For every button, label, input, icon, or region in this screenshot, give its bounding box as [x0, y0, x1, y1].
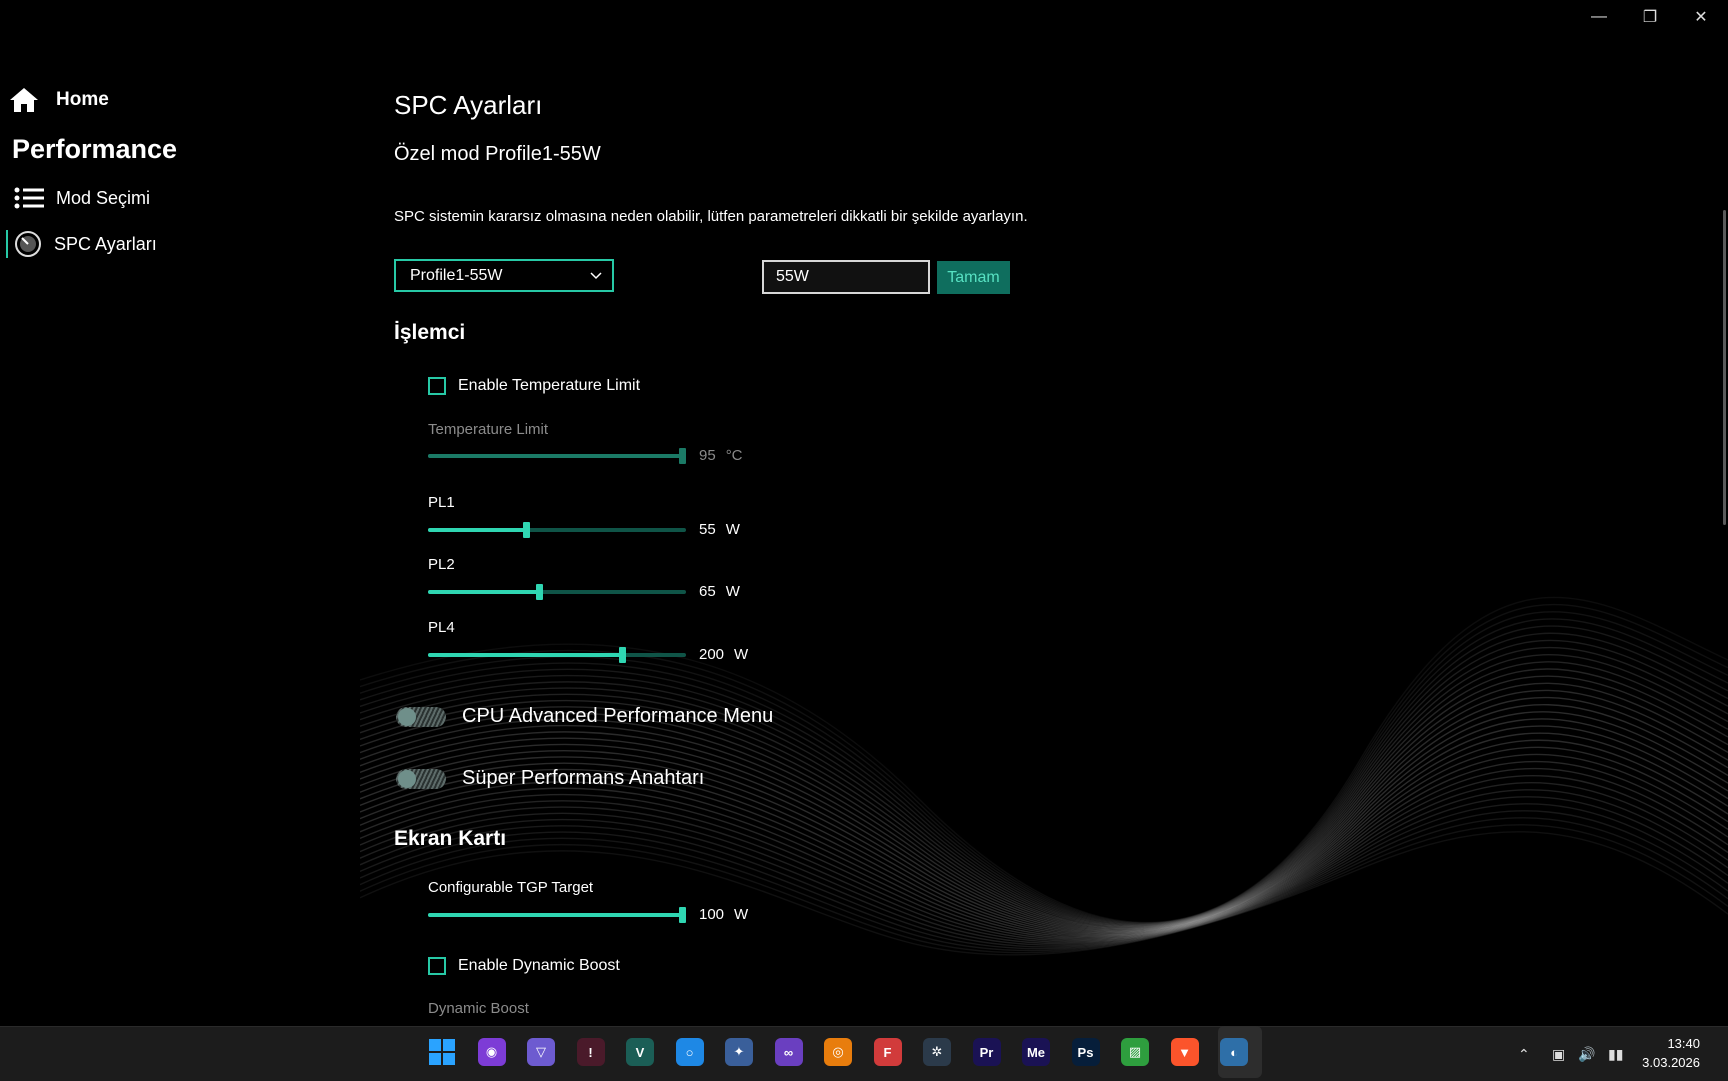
- page-title: SPC Ayarları: [394, 90, 543, 120]
- taskbar-blender-icon[interactable]: ◎: [824, 1038, 852, 1066]
- slider-thumb[interactable]: [523, 522, 531, 538]
- slider-fill: [428, 590, 539, 594]
- pl4-slider[interactable]: [428, 647, 686, 663]
- sidebar-item-label: Mod Seçimi: [56, 187, 151, 208]
- clock[interactable]: 13:40 3.03.2026: [1642, 1034, 1700, 1072]
- slider-thumb[interactable]: [535, 584, 543, 600]
- wave-line: [360, 596, 1728, 924]
- taskbar-tor-browser-icon[interactable]: ◉: [477, 1038, 506, 1066]
- network-icon[interactable]: ▣: [1552, 1046, 1565, 1063]
- warning-text: SPC sistemin kararsız olmasına neden ola…: [394, 208, 1028, 225]
- gpu-section-title: Ekran Kartı: [394, 827, 507, 850]
- taskbar-app-green-icon[interactable]: ▨: [1121, 1038, 1149, 1066]
- enable-dynamic-boost-label: Enable Dynamic Boost: [458, 957, 620, 974]
- scrollbar[interactable]: [1723, 210, 1726, 525]
- enable-dynamic-boost-checkbox[interactable]: [428, 957, 446, 975]
- cpu-advanced-label: CPU Advanced Performance Menu: [462, 705, 774, 727]
- temp-limit-label: Temperature Limit: [428, 421, 549, 438]
- cpu-advanced-toggle[interactable]: [396, 706, 446, 727]
- pl2-slider[interactable]: [428, 584, 686, 600]
- slider-fill: [428, 653, 622, 657]
- taskbar-windows-start-icon[interactable]: [428, 1038, 456, 1066]
- taskbar-davinci-resolve-icon[interactable]: ✲: [923, 1038, 951, 1066]
- chevron-down-icon: [590, 271, 602, 279]
- chevron-up-icon[interactable]: ⌃: [1518, 1046, 1530, 1063]
- tgp-value: 100 W: [699, 906, 749, 923]
- taskbar-premiere-pro-icon[interactable]: Pr: [972, 1038, 1001, 1066]
- profile-select-value: Profile1-55W: [410, 266, 503, 284]
- taskbar-app-red-icon[interactable]: !: [576, 1038, 605, 1066]
- pl4-label: PL4: [428, 619, 455, 636]
- profile-name-input[interactable]: [762, 260, 930, 294]
- gauge-icon: [15, 231, 41, 257]
- minimize-icon[interactable]: —: [1574, 0, 1624, 34]
- slider-fill: [428, 913, 686, 917]
- volume-icon[interactable]: 🔊: [1578, 1046, 1595, 1063]
- list-icon: [14, 187, 44, 209]
- taskbar-control-center-icon[interactable]: ◐: [1220, 1038, 1248, 1066]
- enable-temp-limit-row[interactable]: Enable Temperature Limit: [428, 377, 640, 395]
- pl4-value: 200 W: [699, 646, 749, 663]
- sidebar-home-label: Home: [56, 89, 109, 110]
- ok-button[interactable]: Tamam: [937, 261, 1010, 294]
- taskbar-media-encoder-icon[interactable]: Me: [1022, 1038, 1050, 1066]
- enable-temp-limit-checkbox[interactable]: [428, 377, 446, 395]
- temp-limit-value: 95 °C: [699, 447, 743, 464]
- super-performance-toggle-row[interactable]: Süper Performans Anahtarı: [396, 767, 704, 790]
- pl1-slider[interactable]: [428, 522, 686, 538]
- slider-fill: [428, 528, 527, 532]
- home-icon: [10, 88, 38, 112]
- sidebar-item-label: SPC Ayarları: [54, 233, 157, 254]
- battery-icon[interactable]: ▮▮: [1608, 1046, 1623, 1063]
- clock-date: 3.03.2026: [1642, 1055, 1700, 1070]
- super-performance-toggle[interactable]: [396, 768, 446, 789]
- close-icon[interactable]: ✕: [1676, 0, 1726, 34]
- sidebar-item-mod-secimi[interactable]: Mod Seçimi: [14, 187, 150, 209]
- slider-thumb[interactable]: [679, 907, 686, 923]
- slider-fill: [428, 454, 686, 458]
- tgp-label: Configurable TGP Target: [428, 879, 594, 896]
- taskbar-visual-studio-icon[interactable]: ∞: [774, 1038, 803, 1066]
- slider-thumb[interactable]: [618, 647, 626, 663]
- taskbar: [0, 1026, 1728, 1081]
- taskbar-visual-paradigm-icon[interactable]: V: [626, 1038, 654, 1066]
- cpu-advanced-toggle-row[interactable]: CPU Advanced Performance Menu: [396, 705, 773, 728]
- page-subtitle: Özel mod Profile1-55W: [394, 143, 601, 165]
- taskbar-app-bird-icon[interactable]: ✦: [725, 1038, 753, 1066]
- active-indicator: [6, 230, 8, 258]
- tgp-slider[interactable]: [428, 907, 686, 923]
- taskbar-fl-studio-icon[interactable]: F: [873, 1038, 902, 1066]
- taskbar-photoshop-icon[interactable]: Ps: [1071, 1038, 1100, 1066]
- taskbar-brave-browser-icon[interactable]: ▼: [1170, 1038, 1199, 1066]
- restore-icon[interactable]: ❐: [1625, 0, 1675, 34]
- sidebar-item-spc-ayarlari[interactable]: SPC Ayarları: [14, 230, 157, 258]
- pl1-label: PL1: [428, 494, 455, 511]
- enable-dynamic-boost-row[interactable]: Enable Dynamic Boost: [428, 957, 620, 975]
- temp-limit-slider[interactable]: [428, 448, 686, 464]
- pl1-value: 55 W: [699, 521, 740, 538]
- taskbar-app-blue-icon[interactable]: ○: [675, 1038, 704, 1066]
- sidebar-home[interactable]: Home: [8, 86, 109, 114]
- cpu-section-title: İşlemci: [394, 321, 466, 344]
- sidebar-section-title: Performance: [12, 134, 178, 164]
- slider-thumb[interactable]: [679, 448, 686, 464]
- super-performance-label: Süper Performans Anahtarı: [462, 767, 705, 789]
- profile-select[interactable]: Profile1-55W: [394, 259, 614, 292]
- enable-temp-limit-label: Enable Temperature Limit: [458, 377, 641, 394]
- taskbar-proton-vpn-icon[interactable]: ▽: [527, 1038, 555, 1066]
- pl2-label: PL2: [428, 556, 455, 573]
- clock-time: 13:40: [1667, 1036, 1700, 1051]
- pl2-value: 65 W: [699, 583, 740, 600]
- dynamic-boost-label: Dynamic Boost: [428, 1000, 529, 1017]
- wave-line: [360, 796, 1728, 946]
